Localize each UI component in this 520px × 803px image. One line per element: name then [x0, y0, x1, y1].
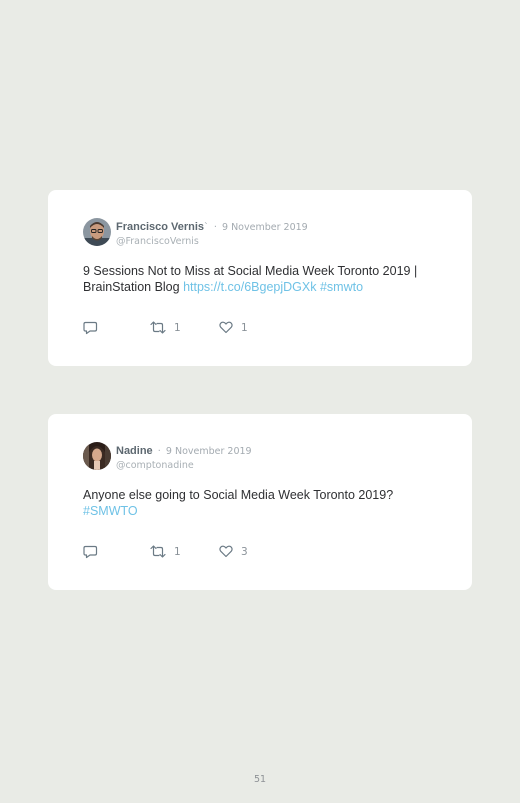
author-name[interactable]: Nadine — [116, 445, 153, 457]
author-handle[interactable]: @comptonadine — [116, 459, 252, 473]
tweet-date[interactable]: 9 November 2019 — [222, 222, 308, 233]
retweet-button[interactable]: 1 — [150, 321, 181, 334]
retweet-count: 1 — [174, 545, 181, 558]
tweet-card: Nadine · 9 November 2019 @comptonadine A… — [48, 414, 472, 590]
tweet-actions: 1 3 — [83, 545, 283, 561]
reply-icon — [83, 321, 98, 335]
name-suffix: ` — [204, 222, 209, 233]
tweet-header: Nadine · 9 November 2019 @comptonadine — [116, 442, 252, 473]
tweet-text: Anyone else going to Social Media Week T… — [83, 487, 453, 519]
like-button[interactable]: 3 — [219, 545, 248, 558]
tweet-hashtag[interactable]: #SMWTO — [83, 504, 138, 518]
heart-icon — [219, 545, 233, 558]
tweet-header: Francisco Vernis` · 9 November 2019 @Fra… — [116, 218, 308, 249]
tweet-actions: 1 1 — [83, 321, 283, 337]
retweet-count: 1 — [174, 321, 181, 334]
tweet-date[interactable]: 9 November 2019 — [166, 446, 252, 457]
like-count: 1 — [241, 321, 248, 334]
reply-button[interactable] — [83, 545, 98, 559]
reply-icon — [83, 545, 98, 559]
retweet-button[interactable]: 1 — [150, 545, 181, 558]
page-number: 51 — [253, 774, 267, 785]
avatar[interactable] — [83, 218, 111, 246]
separator: · — [213, 222, 217, 233]
retweet-icon — [150, 545, 166, 558]
avatar[interactable] — [83, 442, 111, 470]
separator: · — [157, 446, 161, 457]
like-button[interactable]: 1 — [219, 321, 248, 334]
like-count: 3 — [241, 545, 248, 558]
author-handle[interactable]: @FranciscoVernis — [116, 235, 308, 249]
tweet-body: Anyone else going to Social Media Week T… — [83, 488, 394, 502]
author-name[interactable]: Francisco Vernis — [116, 221, 204, 233]
tweet-link[interactable]: https://t.co/6BgepjDGXk — [183, 280, 316, 294]
tweet-text: 9 Sessions Not to Miss at Social Media W… — [83, 263, 453, 295]
tweet-hashtag[interactable]: #smwto — [320, 280, 363, 294]
tweet-card: Francisco Vernis` · 9 November 2019 @Fra… — [48, 190, 472, 366]
heart-icon — [219, 321, 233, 334]
reply-button[interactable] — [83, 321, 98, 335]
retweet-icon — [150, 321, 166, 334]
